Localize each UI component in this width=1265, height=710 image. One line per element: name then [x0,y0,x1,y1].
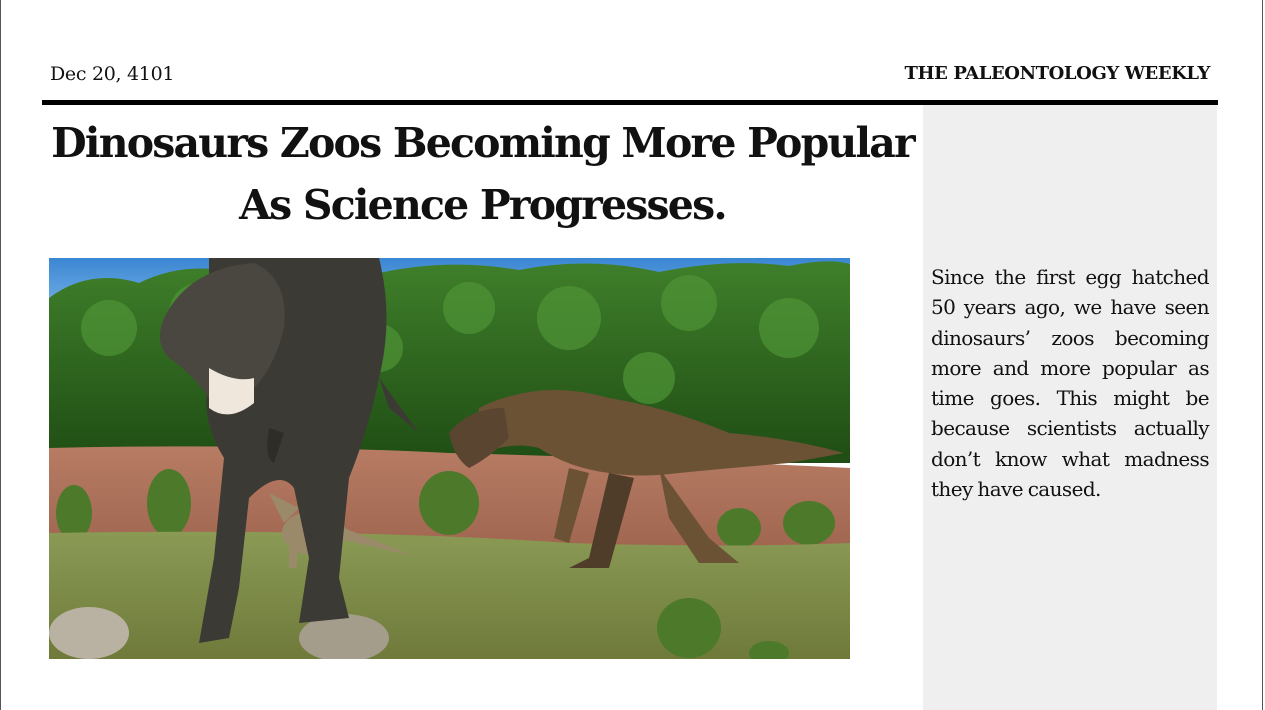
newspaper-name: THE PALEONTOLOGY WEEKLY [904,63,1211,84]
issue-date: Dec 20, 4101 [50,63,175,85]
dinosaur-photo-illustration [49,258,850,659]
grass-field [49,531,850,659]
sidebar-column: Since the first egg hatched 50 years ago… [923,105,1217,710]
article-photo [49,258,850,659]
sidebar-paragraph: Since the first egg hatched 50 years ago… [931,265,1210,502]
article-headline: Dinosaurs Zoos Becoming More Popular As … [51,119,915,229]
masthead: Dec 20, 4101 THE PALEONTOLOGY WEEKLY [42,58,1218,105]
